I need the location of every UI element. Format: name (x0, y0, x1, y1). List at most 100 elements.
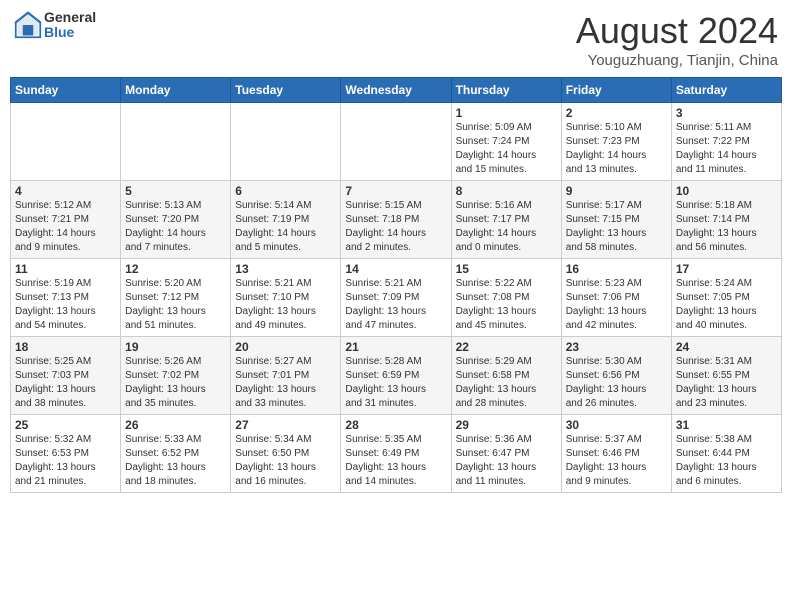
day-number: 5 (125, 184, 226, 198)
calendar-cell: 7Sunrise: 5:15 AM Sunset: 7:18 PM Daylig… (341, 181, 451, 259)
calendar-cell: 1Sunrise: 5:09 AM Sunset: 7:24 PM Daylig… (451, 103, 561, 181)
day-number: 2 (566, 106, 667, 120)
weekday-header-wednesday: Wednesday (341, 78, 451, 103)
calendar-cell: 26Sunrise: 5:33 AM Sunset: 6:52 PM Dayli… (121, 415, 231, 493)
calendar-cell: 10Sunrise: 5:18 AM Sunset: 7:14 PM Dayli… (671, 181, 781, 259)
day-info: Sunrise: 5:22 AM Sunset: 7:08 PM Dayligh… (456, 277, 557, 333)
title-block: August 2024 Youguzhuang, Tianjin, China (576, 10, 778, 69)
day-info: Sunrise: 5:28 AM Sunset: 6:59 PM Dayligh… (345, 355, 446, 411)
calendar-cell: 15Sunrise: 5:22 AM Sunset: 7:08 PM Dayli… (451, 259, 561, 337)
day-number: 20 (235, 340, 336, 354)
day-info: Sunrise: 5:19 AM Sunset: 7:13 PM Dayligh… (15, 277, 116, 333)
day-info: Sunrise: 5:33 AM Sunset: 6:52 PM Dayligh… (125, 433, 226, 489)
day-info: Sunrise: 5:24 AM Sunset: 7:05 PM Dayligh… (676, 277, 777, 333)
day-info: Sunrise: 5:38 AM Sunset: 6:44 PM Dayligh… (676, 433, 777, 489)
day-info: Sunrise: 5:11 AM Sunset: 7:22 PM Dayligh… (676, 121, 777, 177)
day-number: 12 (125, 262, 226, 276)
calendar-cell: 21Sunrise: 5:28 AM Sunset: 6:59 PM Dayli… (341, 337, 451, 415)
logo: General Blue (14, 10, 96, 41)
day-number: 25 (15, 418, 116, 432)
calendar-cell: 6Sunrise: 5:14 AM Sunset: 7:19 PM Daylig… (231, 181, 341, 259)
calendar-cell: 13Sunrise: 5:21 AM Sunset: 7:10 PM Dayli… (231, 259, 341, 337)
calendar-cell (341, 103, 451, 181)
day-info: Sunrise: 5:26 AM Sunset: 7:02 PM Dayligh… (125, 355, 226, 411)
day-info: Sunrise: 5:30 AM Sunset: 6:56 PM Dayligh… (566, 355, 667, 411)
calendar-cell: 14Sunrise: 5:21 AM Sunset: 7:09 PM Dayli… (341, 259, 451, 337)
day-number: 30 (566, 418, 667, 432)
day-info: Sunrise: 5:31 AM Sunset: 6:55 PM Dayligh… (676, 355, 777, 411)
day-number: 18 (15, 340, 116, 354)
day-info: Sunrise: 5:36 AM Sunset: 6:47 PM Dayligh… (456, 433, 557, 489)
day-info: Sunrise: 5:23 AM Sunset: 7:06 PM Dayligh… (566, 277, 667, 333)
week-row-2: 4Sunrise: 5:12 AM Sunset: 7:21 PM Daylig… (11, 181, 782, 259)
calendar-cell: 12Sunrise: 5:20 AM Sunset: 7:12 PM Dayli… (121, 259, 231, 337)
logo-text: General Blue (44, 10, 96, 41)
day-number: 6 (235, 184, 336, 198)
calendar-cell: 11Sunrise: 5:19 AM Sunset: 7:13 PM Dayli… (11, 259, 121, 337)
day-number: 11 (15, 262, 116, 276)
day-number: 21 (345, 340, 446, 354)
day-info: Sunrise: 5:13 AM Sunset: 7:20 PM Dayligh… (125, 199, 226, 255)
calendar-cell: 31Sunrise: 5:38 AM Sunset: 6:44 PM Dayli… (671, 415, 781, 493)
day-number: 19 (125, 340, 226, 354)
day-info: Sunrise: 5:12 AM Sunset: 7:21 PM Dayligh… (15, 199, 116, 255)
calendar-cell: 3Sunrise: 5:11 AM Sunset: 7:22 PM Daylig… (671, 103, 781, 181)
week-row-1: 1Sunrise: 5:09 AM Sunset: 7:24 PM Daylig… (11, 103, 782, 181)
day-info: Sunrise: 5:25 AM Sunset: 7:03 PM Dayligh… (15, 355, 116, 411)
calendar-cell: 4Sunrise: 5:12 AM Sunset: 7:21 PM Daylig… (11, 181, 121, 259)
day-info: Sunrise: 5:27 AM Sunset: 7:01 PM Dayligh… (235, 355, 336, 411)
weekday-header-monday: Monday (121, 78, 231, 103)
weekday-header-friday: Friday (561, 78, 671, 103)
week-row-5: 25Sunrise: 5:32 AM Sunset: 6:53 PM Dayli… (11, 415, 782, 493)
day-info: Sunrise: 5:17 AM Sunset: 7:15 PM Dayligh… (566, 199, 667, 255)
day-info: Sunrise: 5:29 AM Sunset: 6:58 PM Dayligh… (456, 355, 557, 411)
weekday-header-thursday: Thursday (451, 78, 561, 103)
day-info: Sunrise: 5:14 AM Sunset: 7:19 PM Dayligh… (235, 199, 336, 255)
day-number: 26 (125, 418, 226, 432)
day-info: Sunrise: 5:16 AM Sunset: 7:17 PM Dayligh… (456, 199, 557, 255)
day-info: Sunrise: 5:10 AM Sunset: 7:23 PM Dayligh… (566, 121, 667, 177)
day-number: 17 (676, 262, 777, 276)
day-number: 15 (456, 262, 557, 276)
day-info: Sunrise: 5:32 AM Sunset: 6:53 PM Dayligh… (15, 433, 116, 489)
month-title: August 2024 (576, 10, 778, 52)
location: Youguzhuang, Tianjin, China (576, 52, 778, 69)
weekday-header-tuesday: Tuesday (231, 78, 341, 103)
day-number: 1 (456, 106, 557, 120)
weekday-header-row: SundayMondayTuesdayWednesdayThursdayFrid… (11, 78, 782, 103)
day-number: 3 (676, 106, 777, 120)
day-number: 31 (676, 418, 777, 432)
day-number: 9 (566, 184, 667, 198)
calendar-cell: 16Sunrise: 5:23 AM Sunset: 7:06 PM Dayli… (561, 259, 671, 337)
calendar-cell (11, 103, 121, 181)
weekday-header-sunday: Sunday (11, 78, 121, 103)
calendar-cell: 2Sunrise: 5:10 AM Sunset: 7:23 PM Daylig… (561, 103, 671, 181)
day-info: Sunrise: 5:34 AM Sunset: 6:50 PM Dayligh… (235, 433, 336, 489)
day-number: 7 (345, 184, 446, 198)
day-info: Sunrise: 5:20 AM Sunset: 7:12 PM Dayligh… (125, 277, 226, 333)
day-number: 16 (566, 262, 667, 276)
day-info: Sunrise: 5:21 AM Sunset: 7:09 PM Dayligh… (345, 277, 446, 333)
day-number: 10 (676, 184, 777, 198)
calendar-cell: 24Sunrise: 5:31 AM Sunset: 6:55 PM Dayli… (671, 337, 781, 415)
calendar-table: SundayMondayTuesdayWednesdayThursdayFrid… (10, 77, 782, 493)
day-number: 13 (235, 262, 336, 276)
weekday-header-saturday: Saturday (671, 78, 781, 103)
calendar-cell: 17Sunrise: 5:24 AM Sunset: 7:05 PM Dayli… (671, 259, 781, 337)
calendar-cell: 28Sunrise: 5:35 AM Sunset: 6:49 PM Dayli… (341, 415, 451, 493)
day-number: 27 (235, 418, 336, 432)
calendar-cell: 20Sunrise: 5:27 AM Sunset: 7:01 PM Dayli… (231, 337, 341, 415)
calendar-cell (231, 103, 341, 181)
calendar-cell: 29Sunrise: 5:36 AM Sunset: 6:47 PM Dayli… (451, 415, 561, 493)
week-row-3: 11Sunrise: 5:19 AM Sunset: 7:13 PM Dayli… (11, 259, 782, 337)
calendar-cell: 8Sunrise: 5:16 AM Sunset: 7:17 PM Daylig… (451, 181, 561, 259)
day-info: Sunrise: 5:35 AM Sunset: 6:49 PM Dayligh… (345, 433, 446, 489)
day-info: Sunrise: 5:15 AM Sunset: 7:18 PM Dayligh… (345, 199, 446, 255)
calendar-cell: 18Sunrise: 5:25 AM Sunset: 7:03 PM Dayli… (11, 337, 121, 415)
day-info: Sunrise: 5:37 AM Sunset: 6:46 PM Dayligh… (566, 433, 667, 489)
day-number: 29 (456, 418, 557, 432)
day-number: 24 (676, 340, 777, 354)
week-row-4: 18Sunrise: 5:25 AM Sunset: 7:03 PM Dayli… (11, 337, 782, 415)
day-info: Sunrise: 5:18 AM Sunset: 7:14 PM Dayligh… (676, 199, 777, 255)
logo-general-text: General (44, 10, 96, 25)
